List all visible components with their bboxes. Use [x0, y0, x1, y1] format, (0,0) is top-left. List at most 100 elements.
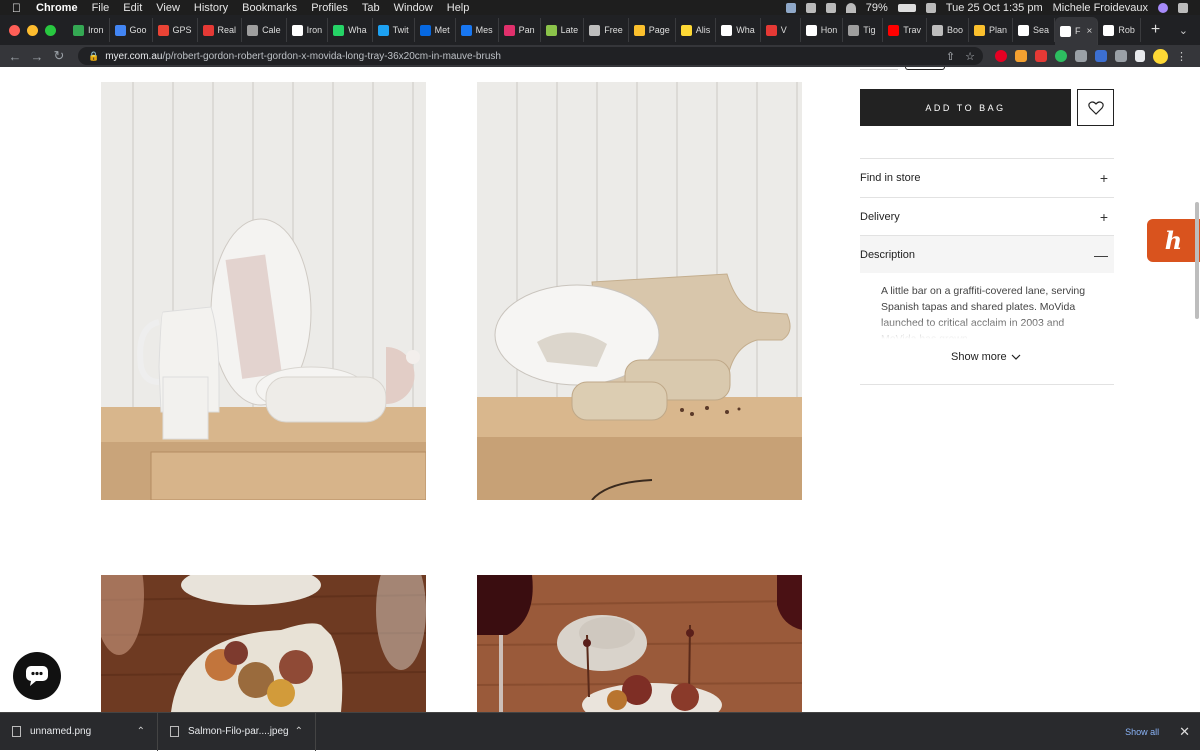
- product-image-tapas-left[interactable]: [101, 575, 426, 712]
- lock-icon[interactable]: 🔒: [88, 51, 99, 62]
- new-tab-button[interactable]: +: [1151, 21, 1160, 39]
- battery-percent[interactable]: 79%: [866, 2, 888, 14]
- browser-tab[interactable]: F ×: [1055, 17, 1099, 45]
- file-icon: [12, 726, 21, 737]
- product-image-tapas-right[interactable]: [477, 575, 802, 712]
- browser-tab[interactable]: GPS: [153, 18, 198, 42]
- browser-tab[interactable]: Hon: [801, 18, 844, 42]
- browser-tab[interactable]: Alis: [676, 18, 717, 42]
- close-window-button[interactable]: [9, 24, 20, 36]
- browser-tab[interactable]: Plan: [969, 18, 1013, 42]
- browser-tab[interactable]: Wha: [328, 18, 373, 42]
- side-panel-icon[interactable]: [1135, 50, 1145, 62]
- download-item[interactable]: unnamed.png ⌃: [0, 712, 158, 751]
- clock[interactable]: Tue 25 Oct 1:35 pm: [946, 2, 1043, 14]
- menu-file[interactable]: File: [92, 2, 110, 14]
- browser-tab[interactable]: Real: [198, 18, 243, 42]
- siri-icon[interactable]: [1158, 2, 1168, 13]
- forward-button[interactable]: →: [26, 49, 48, 64]
- browser-tab[interactable]: Late: [541, 18, 585, 42]
- browser-tab[interactable]: Sea: [1013, 18, 1056, 42]
- tab-label: Pan: [518, 25, 535, 35]
- wishlist-button[interactable]: [1077, 89, 1114, 126]
- size-option[interactable]: [860, 67, 898, 70]
- menu-edit[interactable]: Edit: [123, 2, 142, 14]
- tab-favicon-icon: [377, 24, 389, 36]
- time-machine-icon[interactable]: [825, 2, 836, 13]
- browser-tab[interactable]: Page: [629, 18, 676, 42]
- product-image-trays-right[interactable]: [477, 82, 802, 500]
- browser-tab[interactable]: Wha: [716, 18, 761, 42]
- browser-tab[interactable]: Cale: [242, 18, 287, 42]
- menu-tab[interactable]: Tab: [362, 2, 380, 14]
- menu-view[interactable]: View: [156, 2, 180, 14]
- show-all-downloads-link[interactable]: Show all: [1125, 727, 1159, 737]
- minimize-window-button[interactable]: [27, 24, 38, 36]
- tab-favicon-icon: [202, 24, 214, 36]
- battery-icon[interactable]: [897, 3, 916, 12]
- menu-bookmarks[interactable]: Bookmarks: [242, 2, 297, 14]
- menu-window[interactable]: Window: [394, 2, 433, 14]
- browser-tab[interactable]: Mes: [456, 18, 499, 42]
- browser-tab[interactable]: Twit: [373, 18, 415, 42]
- accordion-description[interactable]: Description —: [860, 235, 1114, 273]
- pinterest-extension-icon[interactable]: [995, 50, 1007, 62]
- bookmark-star-icon[interactable]: ☆: [965, 50, 975, 63]
- browser-tab[interactable]: V: [761, 18, 801, 42]
- url-path: /p/robert-gordon-robert-gordon-x-movida-…: [162, 50, 501, 62]
- reading-list-icon[interactable]: [1115, 50, 1127, 62]
- tab-favicon-icon: [157, 24, 169, 36]
- accordion-delivery[interactable]: Delivery +: [860, 197, 1114, 235]
- close-icon[interactable]: ✕: [1179, 724, 1190, 740]
- browser-tab[interactable]: Tig: [843, 18, 884, 42]
- zoom-window-button[interactable]: [45, 24, 56, 36]
- ext-red-s-icon[interactable]: [1035, 50, 1047, 62]
- apple-icon[interactable]: : [12, 1, 26, 15]
- menu-app-name[interactable]: Chrome: [36, 2, 78, 14]
- size-option-selected[interactable]: [905, 67, 945, 70]
- dropbox-icon[interactable]: [785, 2, 796, 13]
- browser-tab[interactable]: Iron: [68, 18, 110, 42]
- honey-extension-tab[interactable]: h: [1147, 219, 1200, 262]
- volume-icon[interactable]: [925, 2, 936, 13]
- browser-tab[interactable]: Met: [415, 18, 456, 42]
- tab-search-button[interactable]: ⌄: [1179, 24, 1188, 37]
- browser-tab[interactable]: Rob: [1098, 18, 1141, 42]
- tab-favicon-icon: [1103, 24, 1115, 36]
- menu-profiles[interactable]: Profiles: [311, 2, 348, 14]
- reload-button[interactable]: ↻: [48, 48, 70, 64]
- wifi-icon[interactable]: [845, 2, 856, 13]
- control-center-icon[interactable]: [1178, 2, 1188, 13]
- share-icon[interactable]: ⇧: [946, 50, 955, 63]
- show-more-button[interactable]: Show more: [951, 351, 1021, 363]
- chevron-up-icon[interactable]: ⌃: [137, 726, 145, 737]
- browser-tab[interactable]: Boo: [927, 18, 969, 42]
- browser-tab[interactable]: Free: [584, 18, 629, 42]
- scrollbar-thumb[interactable]: [1195, 202, 1199, 319]
- user-name[interactable]: Michele Froidevaux: [1053, 2, 1148, 14]
- browser-tab[interactable]: Pan: [499, 18, 541, 42]
- download-item[interactable]: Salmon-Filo-par....jpeg ⌃: [158, 712, 316, 751]
- chrome-menu-icon[interactable]: ⋮: [1176, 50, 1187, 63]
- plus-icon: +: [1099, 208, 1108, 225]
- cloud-icon[interactable]: [805, 2, 816, 13]
- product-image-ceramics-left[interactable]: [101, 82, 426, 500]
- chevron-up-icon[interactable]: ⌃: [295, 726, 303, 737]
- ext-cast-icon[interactable]: [1095, 50, 1107, 62]
- menu-history[interactable]: History: [194, 2, 228, 14]
- accordion-find-in-store[interactable]: Find in store +: [860, 158, 1114, 196]
- window-controls: [9, 24, 56, 36]
- back-button[interactable]: ←: [4, 49, 26, 64]
- address-bar[interactable]: 🔒 myer.com.au /p/robert-gordon-robert-go…: [78, 47, 983, 65]
- chat-button[interactable]: [13, 652, 61, 700]
- browser-tab[interactable]: Goo: [110, 18, 153, 42]
- close-tab-icon[interactable]: ×: [1087, 26, 1093, 37]
- menu-help[interactable]: Help: [447, 2, 470, 14]
- profile-avatar[interactable]: [1153, 48, 1168, 64]
- extensions-puzzle-icon[interactable]: [1075, 50, 1087, 62]
- browser-tab[interactable]: Trav: [883, 18, 927, 42]
- ext-orange-icon[interactable]: [1015, 50, 1027, 62]
- browser-tab[interactable]: Iron: [287, 18, 329, 42]
- add-to-bag-button[interactable]: ADD TO BAG: [860, 89, 1071, 126]
- evernote-icon[interactable]: [1055, 50, 1067, 62]
